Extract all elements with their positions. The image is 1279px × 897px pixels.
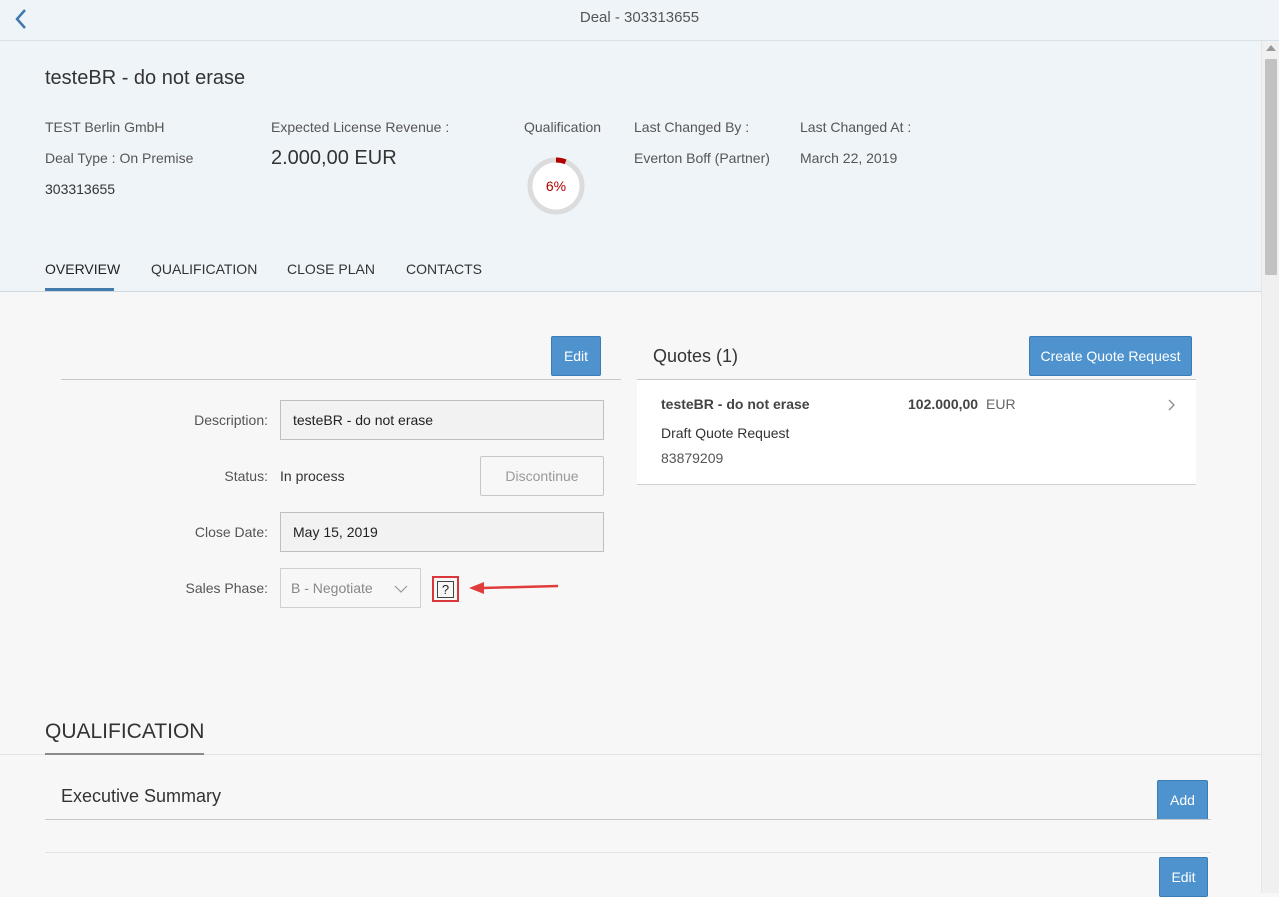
- tab-overview[interactable]: OVERVIEW: [45, 261, 120, 277]
- edit-button[interactable]: Edit: [551, 336, 601, 376]
- discontinue-button[interactable]: Discontinue: [480, 456, 604, 496]
- executive-summary-divider: [45, 819, 1211, 820]
- scroll-thumb[interactable]: [1265, 59, 1277, 275]
- deal-type: Deal Type : On Premise: [45, 150, 194, 166]
- section-title-underline: [45, 753, 204, 755]
- quote-status: Draft Quote Request: [661, 425, 790, 441]
- sales-phase-value: B - Negotiate: [291, 580, 373, 596]
- tab-qualification[interactable]: QUALIFICATION: [151, 261, 257, 277]
- status-value: In process: [280, 468, 345, 484]
- tab-contacts[interactable]: CONTACTS: [406, 261, 482, 277]
- status-label: Status:: [224, 468, 268, 484]
- quote-currency: EUR: [986, 396, 1016, 412]
- description-label: Description:: [194, 412, 268, 428]
- sales-phase-select[interactable]: B - Negotiate: [280, 568, 421, 608]
- active-tab-indicator: [45, 288, 114, 291]
- revenue-value: 2.000,00 EUR: [271, 147, 397, 169]
- qualification-progress: 6%: [525, 155, 587, 217]
- help-icon[interactable]: ?: [437, 580, 454, 598]
- scroll-up-arrow-icon[interactable]: [1266, 45, 1276, 51]
- deal-title: testeBR - do not erase: [45, 67, 246, 89]
- quote-amount: 102.000,00: [908, 396, 979, 412]
- last-changed-at-value: March 22, 2019: [800, 150, 898, 166]
- quote-name: testeBR - do not erase: [661, 396, 810, 412]
- page-title: Deal - 303313655: [579, 9, 700, 26]
- qualification-edit-button[interactable]: Edit: [1159, 857, 1208, 897]
- description-field[interactable]: testeBR - do not erase: [280, 400, 604, 440]
- quotes-title: Quotes (1): [653, 346, 739, 366]
- executive-summary-title: Executive Summary: [61, 786, 222, 806]
- section-divider-2: [45, 852, 1211, 853]
- tab-close-plan[interactable]: CLOSE PLAN: [287, 261, 375, 277]
- object-header: testeBR - do not erase TEST Berlin GmbH …: [0, 41, 1261, 292]
- qualification-label: Qualification: [524, 119, 602, 135]
- revenue-label: Expected License Revenue :: [271, 119, 450, 135]
- help-icon-highlight: ?: [432, 576, 459, 602]
- sales-phase-label: Sales Phase:: [185, 580, 269, 596]
- annotation-arrow-icon: [469, 582, 559, 594]
- last-changed-by-value: Everton Boff (Partner): [634, 150, 770, 166]
- qualification-percent: 6%: [546, 178, 566, 194]
- top-bar: Deal - 303313655: [0, 0, 1279, 41]
- quote-list-item[interactable]: testeBR - do not erase 102.000,00 EUR Dr…: [637, 380, 1196, 485]
- create-quote-request-button[interactable]: Create Quote Request: [1029, 336, 1192, 376]
- chevron-down-icon: [394, 585, 408, 593]
- quote-id: 83879209: [661, 450, 724, 466]
- close-date-field[interactable]: May 15, 2019: [280, 512, 604, 552]
- chevron-right-icon: [1168, 399, 1175, 411]
- close-date-label: Close Date:: [194, 524, 268, 540]
- qualification-section-title: QUALIFICATION: [45, 720, 205, 743]
- vertical-scrollbar[interactable]: [1261, 41, 1279, 893]
- deal-id: 303313655: [45, 181, 116, 197]
- last-changed-by-label: Last Changed By :: [634, 119, 750, 135]
- form-divider: [61, 379, 621, 380]
- company-name: TEST Berlin GmbH: [45, 119, 165, 135]
- last-changed-at-label: Last Changed At :: [800, 119, 912, 135]
- add-button[interactable]: Add: [1157, 780, 1208, 820]
